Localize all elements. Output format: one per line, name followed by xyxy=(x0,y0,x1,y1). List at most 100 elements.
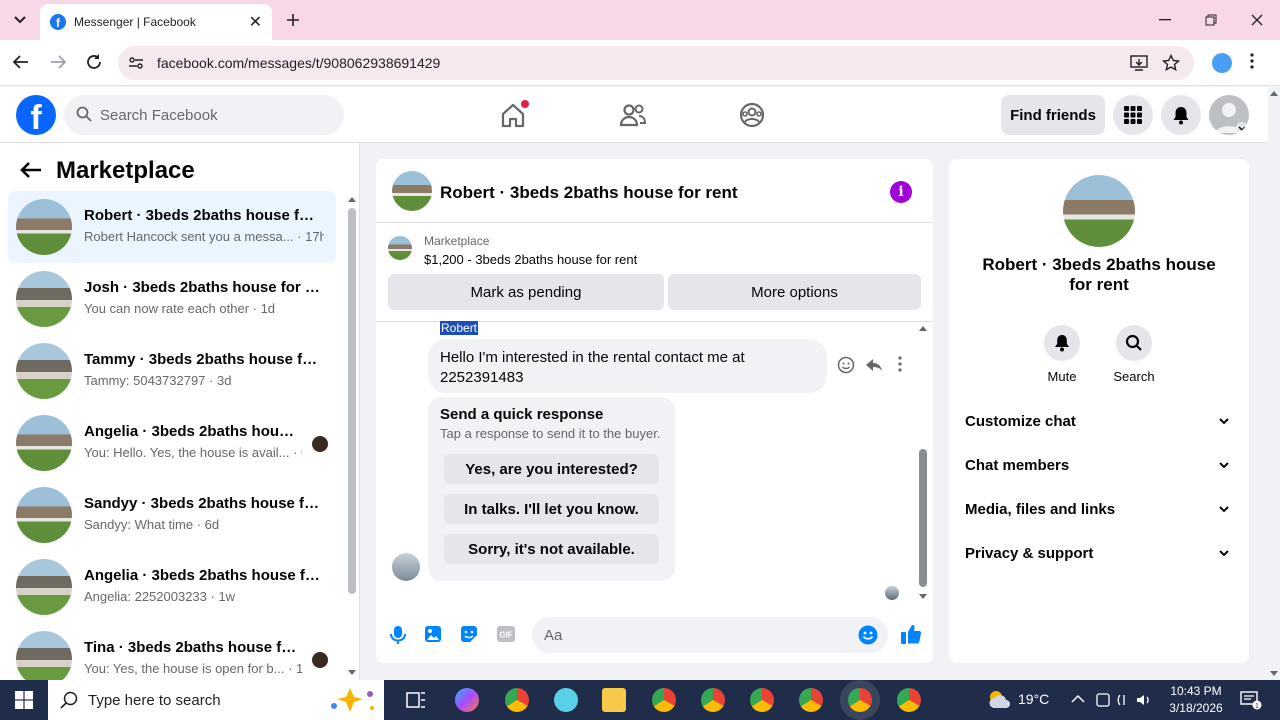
chrome-profile-icon[interactable] xyxy=(799,688,823,712)
microphone-icon[interactable] xyxy=(390,625,406,645)
info-avatar xyxy=(1063,175,1135,247)
reload-icon[interactable] xyxy=(85,53,103,71)
new-tab-icon[interactable] xyxy=(270,0,316,40)
tab-close-icon[interactable]: ✕ xyxy=(249,12,262,32)
search-in-conversation-button[interactable]: Search xyxy=(1098,325,1170,384)
notification-center-icon[interactable]: 1 xyxy=(1240,690,1262,710)
privacy-support-row[interactable]: Privacy & support xyxy=(965,531,1233,575)
quick-reply-button[interactable]: In talks. I'll let you know. xyxy=(444,494,659,524)
mute-button[interactable]: Mute xyxy=(1026,325,1098,384)
conversation-list-scrollbar[interactable] xyxy=(347,196,357,680)
conversation-item[interactable]: Tina · 3beds 2baths house for rent You: … xyxy=(8,623,336,680)
conversation-name: Josh · 3beds 2baths house for rent xyxy=(84,279,320,296)
facebook-logo-icon[interactable]: f xyxy=(16,95,56,135)
chevron-up-icon[interactable] xyxy=(1071,694,1085,704)
conversation-item[interactable]: Angelia · 3beds 2baths house for rent Yo… xyxy=(8,407,336,479)
taskbar-search-placeholder: Type here to search xyxy=(88,691,221,709)
site-settings-icon[interactable] xyxy=(128,55,144,71)
conversation-item[interactable]: Angelia · 3beds 2baths house for rent An… xyxy=(8,551,336,623)
svg-text:1: 1 xyxy=(1255,703,1259,710)
chat-title[interactable]: Robert · 3beds 2baths house for rent xyxy=(440,183,738,203)
conversation-preview: You: Yes, the house is open for b... · 1… xyxy=(84,661,302,676)
listing-thumbnail xyxy=(388,236,412,260)
conversation-preview: Angelia: 2252003233 · 1w xyxy=(84,589,236,604)
back-arrow-icon[interactable] xyxy=(20,161,42,179)
mark-as-pending-button[interactable]: Mark as pending xyxy=(388,274,664,310)
profile-avatar[interactable] xyxy=(1209,95,1249,135)
close-window-icon[interactable] xyxy=(1234,0,1280,40)
bookmark-star-icon[interactable] xyxy=(1162,54,1180,72)
forward-icon[interactable] xyxy=(49,53,67,71)
message-input[interactable]: Aa xyxy=(532,617,888,653)
page-scrollbar[interactable] xyxy=(1268,87,1280,680)
task-view-icon[interactable] xyxy=(404,688,428,712)
conversation-item[interactable]: Sandyy · 3beds 2baths house for rent San… xyxy=(8,479,336,551)
listing-thumbnail xyxy=(16,343,72,399)
friends-icon[interactable] xyxy=(617,99,649,131)
facebook-search-input[interactable]: Search Facebook xyxy=(64,95,344,135)
url-text: facebook.com/messages/t/908062938691429 xyxy=(157,55,441,71)
react-emoji-icon[interactable] xyxy=(837,356,855,374)
taskbar-search-input[interactable]: Type here to search xyxy=(48,680,384,720)
facebook-header: f Search Facebook Find friends xyxy=(0,87,1280,143)
message-bubble[interactable]: Hello I'm interested in the rental conta… xyxy=(428,339,827,393)
chrome-active-icon[interactable] xyxy=(848,688,872,712)
sender-name: Robert xyxy=(440,321,479,335)
row-label: Privacy & support xyxy=(965,544,1094,562)
chrome-profile-icon[interactable] xyxy=(505,688,529,712)
chrome-profile-icon[interactable] xyxy=(897,688,921,712)
weather-icon[interactable] xyxy=(986,688,1010,712)
install-app-icon[interactable] xyxy=(1130,54,1148,72)
minimize-icon[interactable] xyxy=(1142,0,1188,40)
url-bar[interactable]: facebook.com/messages/t/908062938691429 xyxy=(118,46,1194,80)
emoji-icon[interactable] xyxy=(858,625,878,645)
pinned-app-icon[interactable] xyxy=(554,688,578,712)
conversation-item[interactable]: Robert · 3beds 2baths house for rent Rob… xyxy=(8,191,336,263)
conversation-name: Tammy · 3beds 2baths house for rent xyxy=(84,351,320,368)
quick-response-subtitle: Tap a response to send it to the buyer. xyxy=(440,426,661,441)
conversation-preview: You can now rate each other · 1d xyxy=(84,301,276,316)
conversation-name: Angelia · 3beds 2baths house for rent xyxy=(84,423,299,440)
windows-start-icon[interactable] xyxy=(0,680,48,720)
chat-avatar[interactable] xyxy=(392,171,432,211)
chrome-profile-icon[interactable] xyxy=(701,688,725,712)
taskbar-clock[interactable]: 10:43 PM 3/18/2026 xyxy=(1160,683,1232,717)
thumbs-up-icon[interactable] xyxy=(900,623,922,645)
find-friends-button[interactable]: Find friends xyxy=(1001,95,1105,135)
home-icon[interactable] xyxy=(497,99,529,131)
quick-reply-button[interactable]: Yes, are you interested? xyxy=(444,454,659,484)
chrome-profile-icon[interactable] xyxy=(750,688,774,712)
reply-icon[interactable] xyxy=(865,356,883,374)
conversation-item[interactable]: Tammy · 3beds 2baths house for rent Tamm… xyxy=(8,335,336,407)
listing-thumbnail xyxy=(16,631,72,680)
browser-tab-strip: f Messenger | Facebook ✕ xyxy=(0,0,1280,40)
customize-chat-row[interactable]: Customize chat xyxy=(965,399,1233,443)
conversation-item[interactable]: Josh · 3beds 2baths house for rent You c… xyxy=(8,263,336,335)
groups-icon[interactable] xyxy=(736,99,768,131)
gif-icon[interactable]: GIF xyxy=(496,625,516,643)
chrome-profile-icon[interactable] xyxy=(652,688,676,712)
browser-menu-icon[interactable] xyxy=(1250,53,1254,69)
search-icon xyxy=(1116,325,1152,361)
info-name: Robert · 3beds 2baths house for rent xyxy=(982,255,1216,294)
copilot-app-icon[interactable] xyxy=(455,688,479,712)
tab-messenger[interactable]: f Messenger | Facebook ✕ xyxy=(40,4,272,40)
more-options-button[interactable]: More options xyxy=(668,274,921,310)
listing-description[interactable]: $1,200 - 3beds 2baths house for rent xyxy=(424,252,637,267)
sticker-icon[interactable] xyxy=(460,625,478,643)
chat-scrollbar[interactable] xyxy=(917,325,929,601)
chat-members-row[interactable]: Chat members xyxy=(965,443,1233,487)
notifications-bell-icon[interactable] xyxy=(1161,95,1201,135)
info-icon[interactable]: i xyxy=(890,181,912,203)
system-tray-icon[interactable] xyxy=(1096,691,1156,709)
more-actions-icon[interactable] xyxy=(897,356,903,372)
file-explorer-icon[interactable] xyxy=(602,688,626,712)
restore-icon[interactable] xyxy=(1188,0,1234,40)
back-icon[interactable] xyxy=(12,53,30,71)
photo-icon[interactable] xyxy=(424,625,442,643)
quick-reply-button[interactable]: Sorry, it's not available. xyxy=(444,534,659,564)
media-files-links-row[interactable]: Media, files and links xyxy=(965,487,1233,531)
tab-search-icon[interactable] xyxy=(0,0,40,40)
menu-grid-icon[interactable] xyxy=(1113,95,1153,135)
extension-icon[interactable] xyxy=(1212,53,1232,73)
